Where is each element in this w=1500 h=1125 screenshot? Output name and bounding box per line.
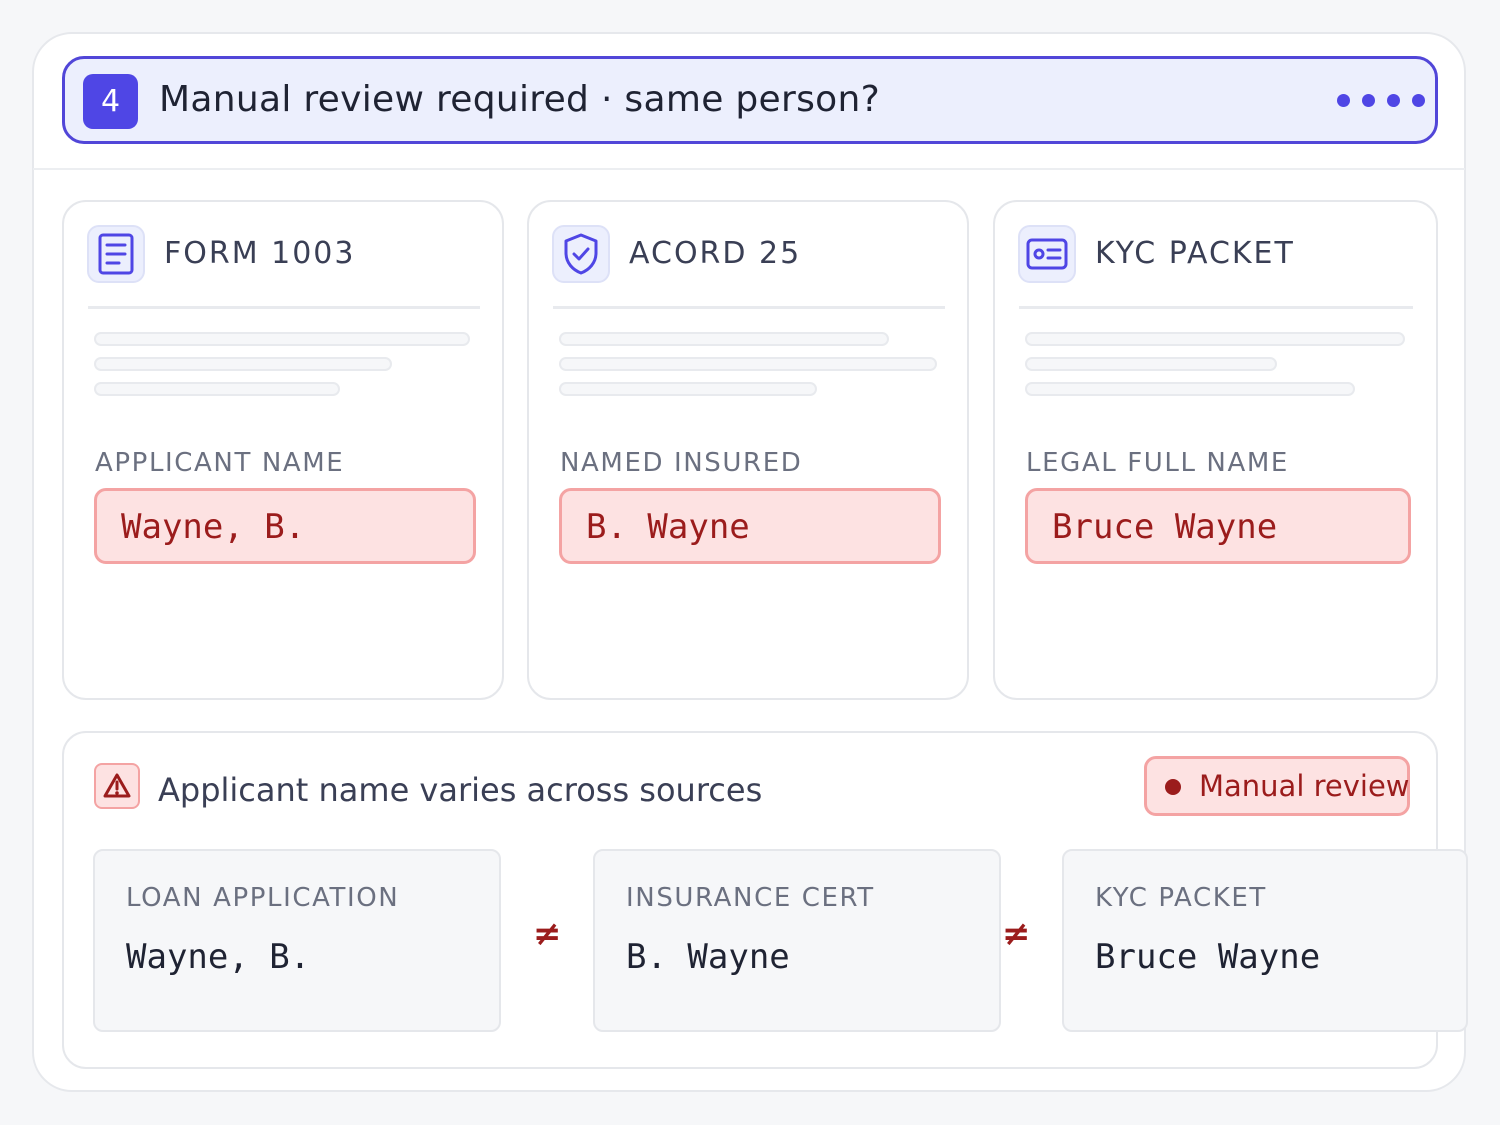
field-label: APPLICANT NAME: [95, 448, 345, 478]
source-box-loan-application: LOAN APPLICATION Wayne, B.: [93, 849, 501, 1032]
not-equal-icon: ≠: [533, 914, 562, 954]
skeleton-line: [559, 357, 937, 371]
source-value: Wayne, B.: [126, 937, 311, 977]
source-box-kyc-packet: KYC PACKET Bruce Wayne: [1062, 849, 1468, 1032]
applicant-name-field[interactable]: Wayne, B.: [94, 488, 476, 564]
skeleton-line: [559, 332, 889, 346]
named-insured-field[interactable]: B. Wayne: [559, 488, 941, 564]
review-header: 4 Manual review required · same person?: [62, 56, 1438, 144]
card-divider: [553, 306, 945, 309]
document-title: ACORD 25: [629, 236, 802, 271]
document-lines-icon: [87, 225, 145, 283]
shield-check-icon: [552, 225, 610, 283]
card-divider: [1019, 306, 1413, 309]
document-title: FORM 1003: [164, 236, 356, 271]
more-dots-icon[interactable]: [1337, 94, 1425, 110]
alert-title: Applicant name varies across sources: [158, 771, 763, 809]
status-dot-icon: [1165, 779, 1181, 795]
header-divider: [33, 168, 1465, 170]
document-card-acord-25[interactable]: ACORD 25 NAMED INSURED B. Wayne: [527, 200, 969, 700]
step-number-badge: 4: [83, 74, 138, 129]
legal-full-name-field[interactable]: Bruce Wayne: [1025, 488, 1411, 564]
status-badge-label: Manual review: [1199, 769, 1410, 803]
skeleton-line: [94, 332, 470, 346]
source-box-insurance-cert: INSURANCE CERT B. Wayne: [593, 849, 1001, 1032]
warning-triangle-icon: [94, 763, 140, 809]
field-label: LEGAL FULL NAME: [1026, 448, 1289, 478]
document-title: KYC PACKET: [1095, 236, 1295, 271]
card-divider: [88, 306, 480, 309]
not-equal-icon: ≠: [1002, 914, 1031, 954]
document-card-form-1003[interactable]: FORM 1003 APPLICANT NAME Wayne, B.: [62, 200, 504, 700]
source-value: B. Wayne: [626, 937, 790, 977]
source-label: LOAN APPLICATION: [126, 883, 400, 913]
field-label: NAMED INSURED: [560, 448, 803, 478]
source-value: Bruce Wayne: [1095, 937, 1321, 977]
skeleton-line: [559, 382, 817, 396]
id-card-icon: [1018, 225, 1076, 283]
skeleton-line: [94, 382, 340, 396]
document-card-kyc-packet[interactable]: KYC PACKET LEGAL FULL NAME Bruce Wayne: [993, 200, 1438, 700]
skeleton-line: [1025, 357, 1277, 371]
source-label: KYC PACKET: [1095, 883, 1267, 913]
manual-review-badge[interactable]: Manual review: [1144, 756, 1410, 816]
skeleton-line: [94, 357, 392, 371]
skeleton-line: [1025, 332, 1405, 346]
skeleton-line: [1025, 382, 1355, 396]
source-label: INSURANCE CERT: [626, 883, 875, 913]
page-title: Manual review required · same person?: [159, 79, 881, 120]
